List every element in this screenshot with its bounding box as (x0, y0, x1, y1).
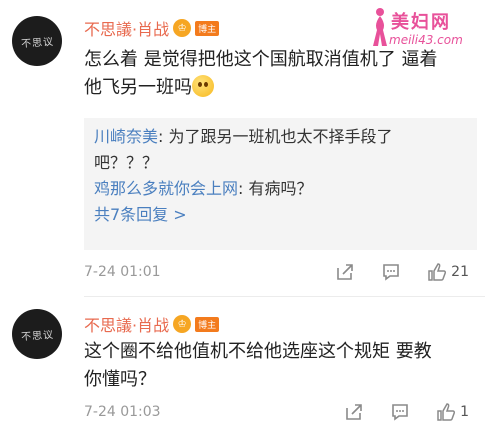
view-replies-link[interactable]: 共7条回复 > (94, 202, 467, 228)
comment-text-line: 他飞另一班吗 (84, 77, 192, 98)
reply-author-link[interactable]: 鸡那么多就你会上网 (94, 179, 238, 198)
reply-text: 为了跟另一班机也太不择手段了 (168, 127, 393, 146)
reply-box: 川崎奈美: 为了跟另一班机也太不择手段了 吧？？？ 鸡那么多就你会上网: 有病吗… (84, 118, 477, 250)
watermark-title: 美妇网 (391, 12, 451, 33)
vip-crown-icon: ♔ (173, 315, 192, 333)
comment-text: 怎么着 是觉得把他这个国航取消值机了 逼着 他飞另一班吗 (84, 46, 474, 102)
reply-item: 川崎奈美: 为了跟另一班机也太不择手段了 吧？？？ (94, 124, 467, 176)
like-count: 1 (460, 404, 469, 420)
share-icon (337, 264, 353, 280)
comment-icon (392, 404, 408, 421)
site-watermark: 美妇网 meili43.com (359, 6, 479, 50)
timestamp: 7-24 01:03 (84, 404, 161, 420)
like-button[interactable]: 21 (427, 262, 469, 282)
username-link[interactable]: 不思議·肖战 (84, 16, 169, 40)
avatar[interactable]: 不思议 (12, 309, 62, 359)
share-button[interactable] (344, 402, 364, 422)
divider (84, 296, 485, 297)
action-bar: 21 (335, 262, 469, 282)
comment-footer: 7-24 01:03 1 (84, 402, 479, 424)
comment-header: 不思議·肖战 ♔ 博主 (84, 312, 220, 336)
comment-header: 不思議·肖战 ♔ 博主 (84, 16, 220, 40)
woman-silhouette-icon (373, 8, 387, 46)
thinking-face-emoji-icon (192, 75, 214, 97)
avatar-text: 不思议 (20, 329, 54, 343)
timestamp: 7-24 01:01 (84, 264, 161, 280)
comment-button[interactable] (381, 262, 401, 282)
vip-crown-icon: ♔ (173, 19, 192, 37)
comment-text-line: 你懂吗？ (84, 369, 156, 390)
member-badge: 博主 (195, 20, 220, 36)
reply-item: 鸡那么多就你会上网: 有病吗？ (94, 179, 313, 198)
action-bar: 1 (344, 402, 469, 422)
comment-text-line: 怎么着 是觉得把他这个国航取消值机了 逼着 (84, 49, 438, 70)
watermark-url: meili43.com (389, 33, 463, 47)
comment-icon (383, 264, 399, 281)
comment-footer: 7-24 01:01 21 (84, 262, 479, 284)
like-icon (437, 403, 456, 421)
like-count: 21 (451, 264, 469, 280)
avatar-text: 不思议 (20, 36, 54, 50)
like-icon (428, 263, 447, 281)
share-button[interactable] (335, 262, 355, 282)
member-badge: 博主 (195, 316, 220, 332)
comment-text-line: 这个圈不给他值机不给他选座这个规矩 要教 (84, 341, 432, 362)
username-link[interactable]: 不思議·肖战 (84, 312, 169, 336)
comment-button[interactable] (390, 402, 410, 422)
avatar[interactable]: 不思议 (12, 16, 62, 66)
comment-text: 这个圈不给他值机不给他选座这个规矩 要教 你懂吗？ (84, 338, 474, 394)
like-button[interactable]: 1 (436, 402, 469, 422)
reply-text: 有病吗？ (248, 179, 313, 198)
reply-text: 吧？？？ (94, 153, 159, 172)
reply-author-link[interactable]: 川崎奈美 (94, 127, 158, 146)
share-icon (346, 404, 362, 420)
